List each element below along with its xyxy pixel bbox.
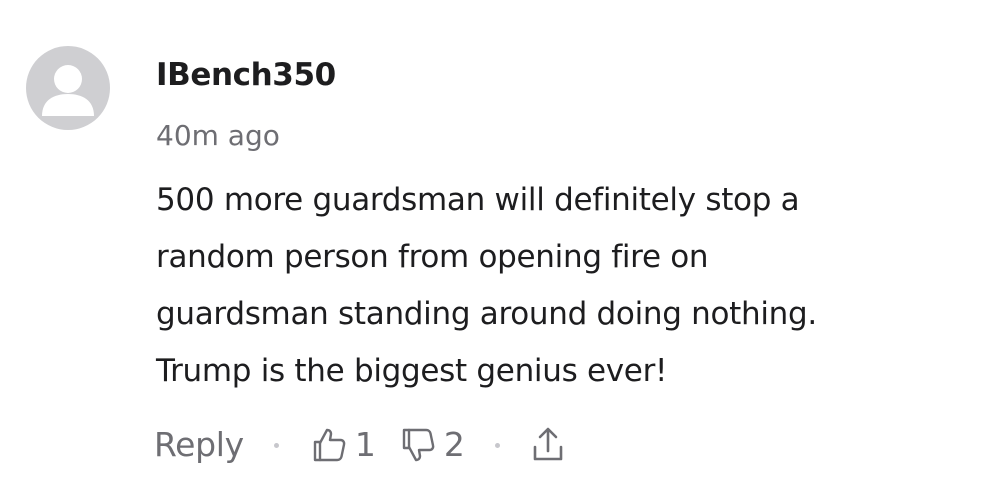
comment-body: 500 more guardsman will definitely stop … [156,172,976,400]
separator-dot [273,442,279,448]
comment-body-line: random person from opening fire on [156,239,709,275]
reply-button[interactable]: Reply [154,420,244,470]
comment-body-line: 500 more guardsman will definitely stop … [156,182,800,218]
upvote-count: 1 [354,425,376,464]
thumbs-up-icon [313,428,346,462]
upvote-button[interactable]: 1 [309,420,376,470]
thumbs-down-icon [402,428,435,462]
share-icon [533,427,563,461]
downvote-count: 2 [443,425,465,464]
timestamp: 40m ago [156,119,280,152]
comment-body-line: Trump is the biggest genius ever! [156,353,668,389]
downvote-button[interactable]: 2 [398,420,465,470]
avatar[interactable] [26,46,110,130]
separator-dot [494,442,500,448]
comment-body-line: guardsman standing around doing nothing. [156,296,817,332]
comment-card: IBench350 40m ago 500 more guardsman wil… [0,0,1000,503]
share-button[interactable] [530,425,566,465]
comment-actions: Reply 1 2 [154,420,566,470]
default-user-avatar-icon [42,65,94,116]
username[interactable]: IBench350 [156,53,336,97]
